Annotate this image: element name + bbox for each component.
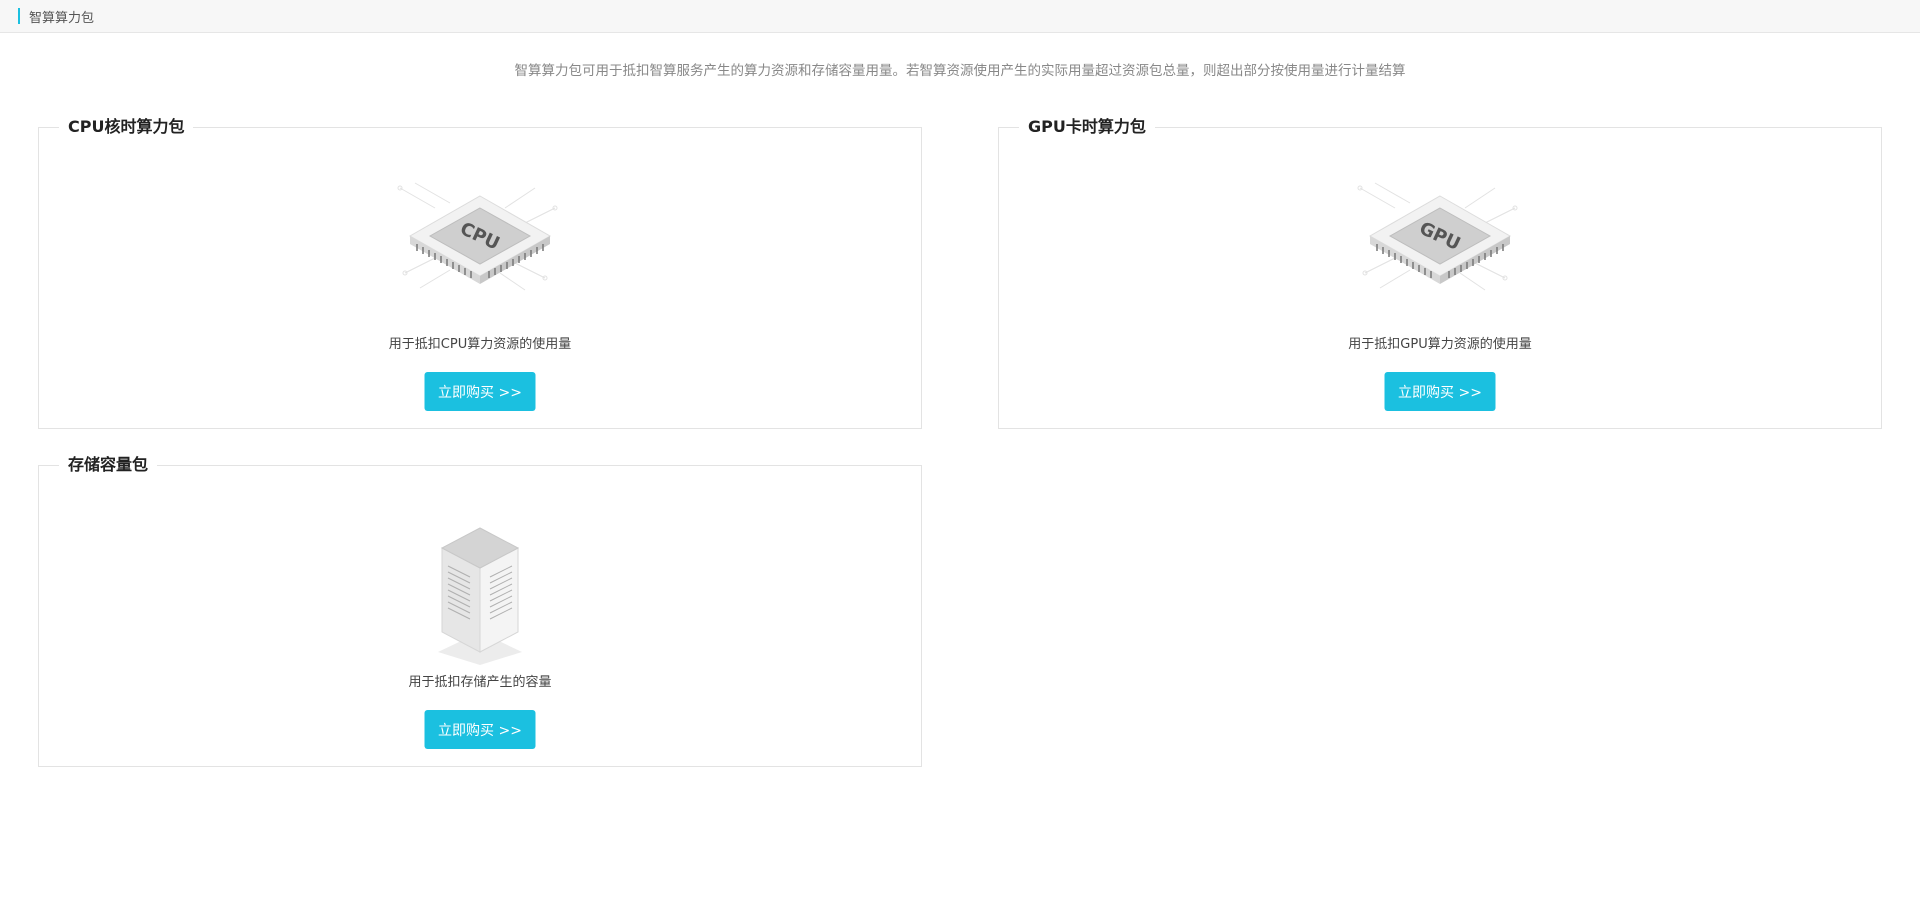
cpu-buy-button[interactable]: 立即购买 >> (424, 372, 536, 411)
page-description: 智算算力包可用于抵扣智算服务产生的算力资源和存储容量用量。若智算资源使用产生的实… (514, 63, 1406, 79)
storage-buy-button[interactable]: 立即购买 >> (424, 710, 536, 749)
storage-pack-card: 存储容量包 用于抵扣存储产生的容量 立即购买 >> (38, 455, 922, 767)
cpu-pack-card: CPU核时算力包 CPU 用于抵扣CPU算力资源的使用量 立即购买 >> (38, 117, 922, 429)
gpu-pack-caption: 用于抵扣GPU算力资源的使用量 (1348, 337, 1532, 352)
gpu-chip-icon: GPU (1357, 182, 1518, 291)
cpu-pack-title: CPU核时算力包 (59, 117, 194, 137)
page-header: 智算算力包 (0, 0, 1920, 33)
cpu-pack-caption: 用于抵扣CPU算力资源的使用量 (388, 337, 572, 352)
gpu-pack-title: GPU卡时算力包 (1019, 117, 1155, 137)
page-title: 智算算力包 (29, 10, 95, 26)
gpu-buy-button[interactable]: 立即购买 >> (1384, 372, 1496, 411)
header-accent-bar (18, 8, 20, 24)
gpu-pack-card: GPU卡时算力包 GPU 用于抵扣GPU算力资源的使用量 立即购买 >> (998, 117, 1882, 429)
storage-pack-caption: 用于抵扣存储产生的容量 (408, 675, 552, 690)
storage-server-icon (438, 527, 522, 665)
storage-pack-title: 存储容量包 (59, 455, 158, 475)
cpu-chip-icon: CPU (397, 182, 558, 291)
